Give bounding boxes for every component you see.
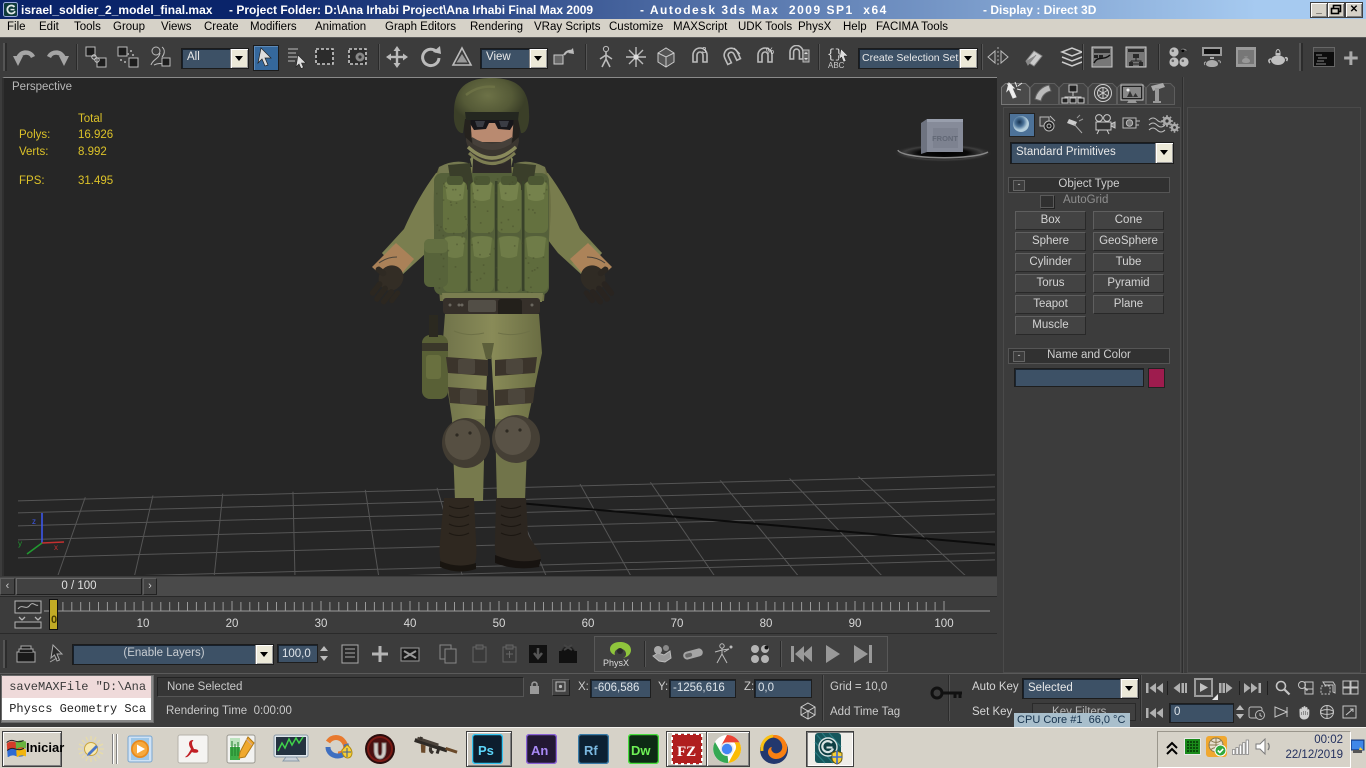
svg-text:30: 30 bbox=[315, 618, 328, 630]
svg-text:60: 60 bbox=[582, 618, 595, 630]
svg-text:FZ: FZ bbox=[677, 744, 696, 760]
svg-text:40: 40 bbox=[404, 618, 417, 630]
svg-text:Ps: Ps bbox=[478, 743, 494, 758]
svg-text:90: 90 bbox=[849, 618, 862, 630]
svg-text:y: y bbox=[18, 539, 22, 548]
svg-text:80: 80 bbox=[760, 618, 773, 630]
svg-text:100: 100 bbox=[934, 618, 953, 630]
svg-text:10: 10 bbox=[137, 618, 150, 630]
svg-text:z: z bbox=[32, 517, 36, 526]
svg-text:%: % bbox=[766, 46, 774, 56]
svg-text:ABC: ABC bbox=[828, 61, 845, 69]
svg-text:Dw: Dw bbox=[631, 743, 651, 758]
svg-text:PhysX: PhysX bbox=[603, 658, 629, 668]
svg-text:Rf: Rf bbox=[584, 743, 598, 758]
svg-text:3: 3 bbox=[702, 46, 707, 55]
svg-text:x: x bbox=[54, 543, 58, 552]
svg-text:70: 70 bbox=[671, 618, 684, 630]
svg-text:FRONT: FRONT bbox=[932, 134, 958, 143]
svg-text:20: 20 bbox=[226, 618, 239, 630]
svg-text:An: An bbox=[531, 743, 548, 758]
svg-text:50: 50 bbox=[493, 618, 506, 630]
